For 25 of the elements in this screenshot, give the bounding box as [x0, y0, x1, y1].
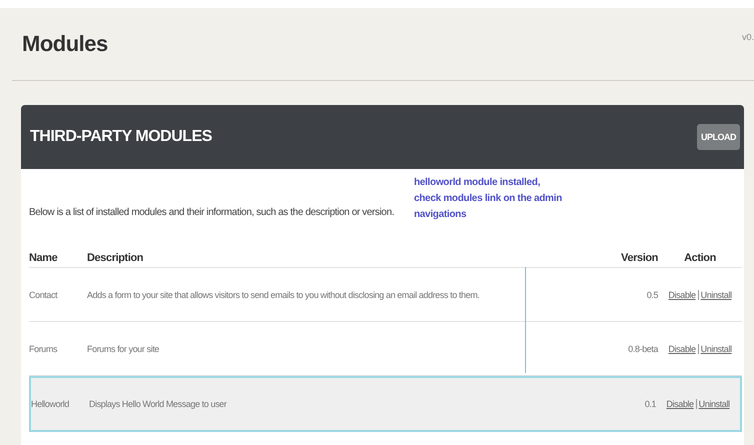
column-header: Name [29, 252, 58, 264]
table-cell-text: 0.8-beta [627, 344, 658, 354]
action-link[interactable]: Disable [668, 290, 696, 300]
action-link[interactable]: Uninstall [700, 344, 732, 354]
intro-text: Below is a list of installed modules and their information, such as the description or version. [29, 207, 394, 218]
page-title: Modules [22, 31, 108, 57]
table-cell-text: Helloworld [31, 399, 70, 409]
table-cell-text: Contact [29, 290, 58, 300]
action-link[interactable]: Uninstall [698, 399, 730, 409]
table-cell-text: Forums [29, 344, 58, 354]
table-cell-text: Forums for your site [87, 344, 160, 354]
table-cell-text: Displays Hello World Message to user [89, 399, 228, 409]
table-cell-text: 0.1 [644, 399, 656, 409]
upload-button[interactable]: UPLOAD [697, 124, 740, 150]
column-header: Description [87, 252, 144, 264]
table-cell-text: 0.5 [646, 290, 658, 300]
panel-title: THIRD-PARTY MODULES [30, 128, 212, 146]
table-cell-text: Adds a form to your site that allows visitors to send emails to you without disclosing an email address to them. [87, 290, 480, 300]
column-header: Version [620, 252, 658, 264]
column-header: Action [683, 252, 717, 264]
action-link[interactable]: Disable [666, 399, 694, 409]
annotation-text: helloworld module installed, check modules link on the admin navigations [414, 176, 563, 222]
action-link[interactable]: Disable [668, 344, 696, 354]
action-link[interactable]: Uninstall [700, 290, 732, 300]
version-label: v0. [742, 32, 754, 42]
